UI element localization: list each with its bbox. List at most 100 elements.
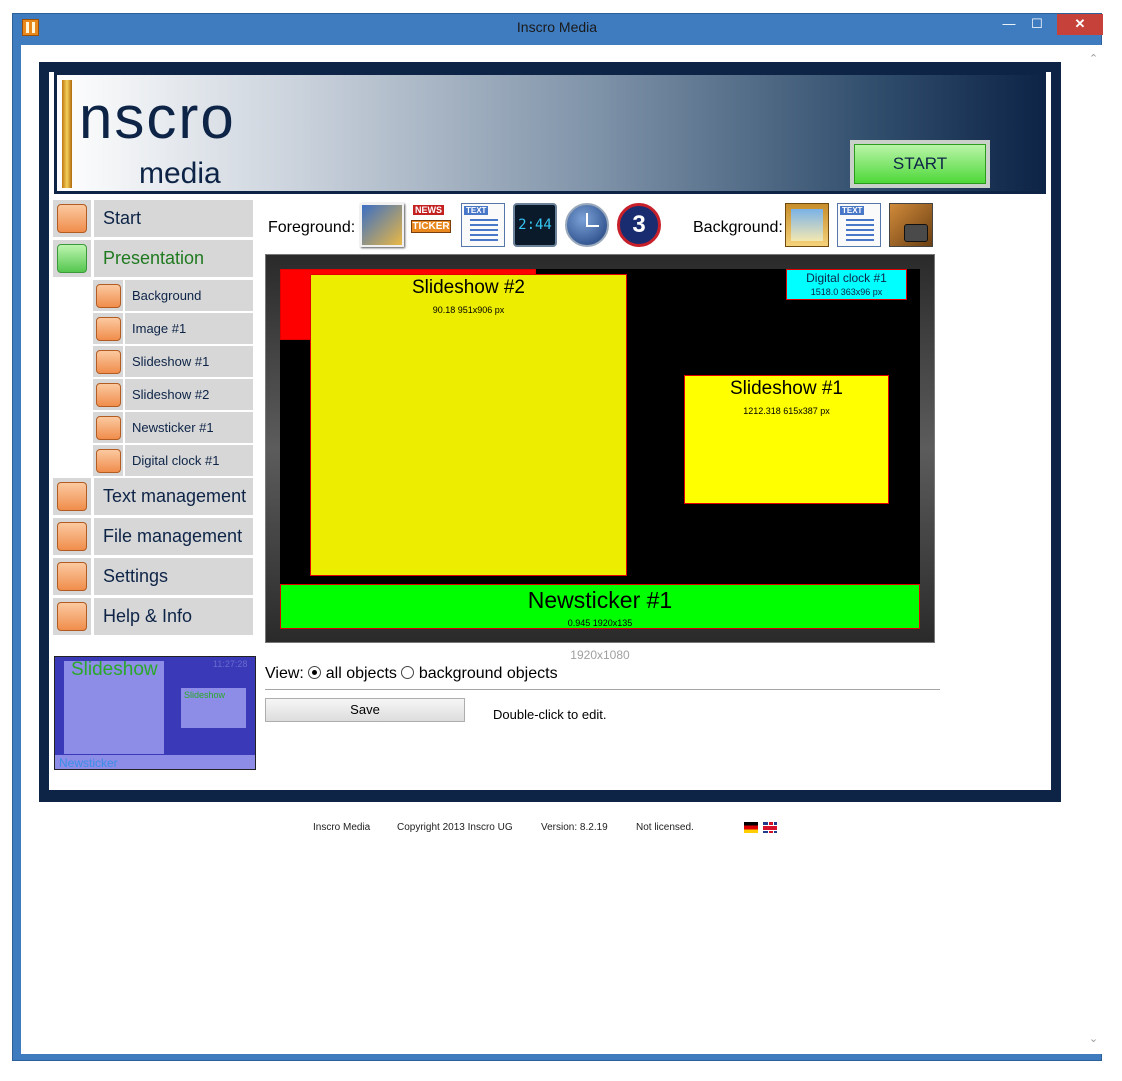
text-tag: TEXT xyxy=(840,206,865,215)
object-name: Digital clock #1 xyxy=(806,271,887,285)
save-button[interactable]: Save xyxy=(265,698,465,722)
nav-file-icon xyxy=(53,518,91,555)
background-objects-radio[interactable] xyxy=(401,666,415,679)
nav-sub-newsticker-icon xyxy=(93,412,123,443)
nav-help-label: Help & Info xyxy=(94,598,253,635)
foreground-label: Foreground: xyxy=(268,219,356,236)
nav-sub-slideshow-icon xyxy=(93,346,123,377)
logo-text: nscro xyxy=(79,84,236,151)
add-analog-clock-icon[interactable] xyxy=(565,203,609,247)
view-options: View: all objects background objects xyxy=(265,665,558,683)
header-banner: nscro media START xyxy=(54,72,1046,194)
nav-sub-image-icon xyxy=(93,313,123,344)
canvas-object-slideshow-2[interactable]: Slideshow #2 90.18 951x906 px xyxy=(310,274,627,576)
object-name: Slideshow #2 xyxy=(411,277,526,298)
footer-copyright: Copyright 2013 Inscro UG xyxy=(397,822,513,833)
nav-text-management-label: Text management xyxy=(94,478,253,515)
nav-settings[interactable]: Settings xyxy=(53,558,253,595)
start-button-label: START xyxy=(854,144,986,184)
nav-sub-slideshow-2[interactable]: Slideshow #2 xyxy=(93,379,253,410)
window-title: Inscro Media xyxy=(516,19,598,35)
all-objects-label[interactable]: all objects xyxy=(326,665,397,682)
english-flag-icon[interactable] xyxy=(763,822,777,833)
divider xyxy=(265,689,940,690)
minimize-button[interactable]: — xyxy=(995,14,1023,35)
nav-start-label: Start xyxy=(94,200,253,237)
object-info: 1518.0 363x96 px xyxy=(810,287,883,297)
nav-start[interactable]: Start xyxy=(53,200,253,237)
canvas-object-newsticker[interactable]: Newsticker #1 0.945 1920x135 xyxy=(280,584,920,629)
preview-slideshow-small-label: Slideshow xyxy=(184,690,226,700)
object-info: 90.18 951x906 px xyxy=(432,305,505,315)
ticker-news-tag: NEWS xyxy=(413,205,444,215)
start-button[interactable]: START xyxy=(850,140,990,188)
app-window: Inscro Media — ☐ ✕ ⌃ ⌄ nscro media START xyxy=(12,13,1103,1061)
nav-presentation-icon xyxy=(53,240,91,277)
scroll-up-icon[interactable]: ⌃ xyxy=(1085,51,1102,68)
nav-help-icon xyxy=(53,598,91,635)
text-tag: TEXT xyxy=(464,206,489,215)
add-countdown-icon[interactable]: 3 xyxy=(617,203,661,247)
background-photo-icon[interactable] xyxy=(889,203,933,247)
nav-presentation[interactable]: Presentation xyxy=(53,240,253,277)
nav-sub-label: Digital clock #1 xyxy=(125,445,253,476)
edit-hint: Double-click to edit. xyxy=(493,707,607,722)
nav-sub-label: Slideshow #2 xyxy=(125,379,253,410)
add-newsticker-icon[interactable]: NEWS TICKER xyxy=(409,203,453,247)
canvas-object-digital-clock[interactable]: Digital clock #1 1518.0 363x96 px xyxy=(786,269,907,300)
title-bar[interactable]: Inscro Media — ☐ ✕ xyxy=(13,14,1103,41)
preview-clock-label: 11:27:28 xyxy=(213,659,248,669)
nav-start-icon xyxy=(53,200,91,237)
scroll-down-icon[interactable]: ⌄ xyxy=(1085,1031,1102,1048)
client-area: ⌃ ⌄ nscro media START Start Presentation… xyxy=(21,45,1102,1054)
nav-sub-slideshow-1[interactable]: Slideshow #1 xyxy=(93,346,253,377)
nav-sub-background-icon xyxy=(93,280,123,311)
german-flag-icon[interactable] xyxy=(744,822,758,833)
background-objects-label[interactable]: background objects xyxy=(419,665,558,682)
background-text-icon[interactable]: TEXT xyxy=(837,203,881,247)
logo-subtext: media xyxy=(139,157,221,190)
logo-i-bar xyxy=(62,80,72,188)
preview-newsticker-label: Newsticker xyxy=(59,756,118,770)
maximize-button[interactable]: ☐ xyxy=(1023,14,1051,35)
nav-sub-label: Slideshow #1 xyxy=(125,346,253,377)
nav-presentation-label: Presentation xyxy=(94,240,253,277)
nav-sub-slideshow-icon xyxy=(93,379,123,410)
background-image-icon[interactable] xyxy=(785,203,829,247)
footer-app-name: Inscro Media xyxy=(313,822,371,833)
nav-sub-digital-clock-1[interactable]: Digital clock #1 xyxy=(93,445,253,476)
page-content: nscro media START Start Presentation Bac… xyxy=(49,72,1051,790)
nav-file-management[interactable]: File management xyxy=(53,518,253,555)
nav-settings-label: Settings xyxy=(94,558,253,595)
nav-sub-image-1[interactable]: Image #1 xyxy=(93,313,253,344)
nav-text-management[interactable]: Text management xyxy=(53,478,253,515)
layout-canvas[interactable]: Slideshow #2 90.18 951x906 px Slideshow … xyxy=(280,269,920,629)
nav-sub-newsticker-1[interactable]: Newsticker #1 xyxy=(93,412,253,443)
nav-file-management-label: File management xyxy=(94,518,253,555)
footer: Inscro Media Copyright 2013 Inscro UG Ve… xyxy=(21,822,1085,842)
screen-preview-frame: Slideshow #2 90.18 951x906 px Slideshow … xyxy=(265,254,935,643)
add-text-icon[interactable]: TEXT xyxy=(461,203,505,247)
nav-text-icon xyxy=(53,478,91,515)
footer-license: Not licensed. xyxy=(636,822,694,833)
canvas-object-slideshow-1[interactable]: Slideshow #1 1212.318 615x387 px xyxy=(684,375,889,504)
resolution-label: 1920x1080 xyxy=(570,648,630,662)
object-info: 0.945 1920x135 xyxy=(567,618,633,628)
vertical-scrollbar[interactable]: ⌃ ⌄ xyxy=(1085,45,1102,1054)
live-preview-thumbnail[interactable]: Slideshow Slideshow 11:27:28 Newsticker xyxy=(54,656,256,770)
close-button[interactable]: ✕ xyxy=(1057,14,1103,35)
object-name: Slideshow #1 xyxy=(729,378,844,399)
page-frame: nscro media START Start Presentation Bac… xyxy=(39,62,1061,802)
object-info: 1212.318 615x387 px xyxy=(743,406,830,416)
nav-sub-background[interactable]: Background xyxy=(93,280,253,311)
all-objects-radio[interactable] xyxy=(308,666,322,679)
footer-version: Version: 8.2.19 xyxy=(541,822,608,833)
object-name: Newsticker #1 xyxy=(527,587,673,613)
add-digital-clock-icon[interactable]: 2:44 xyxy=(513,203,557,247)
nav-sub-clock-icon xyxy=(93,445,123,476)
nav-help-info[interactable]: Help & Info xyxy=(53,598,253,635)
ticker-text-tag: TICKER xyxy=(411,220,451,233)
nav-sub-label: Background xyxy=(125,280,253,311)
nav-settings-icon xyxy=(53,558,91,595)
add-slideshow-icon[interactable] xyxy=(360,203,404,247)
